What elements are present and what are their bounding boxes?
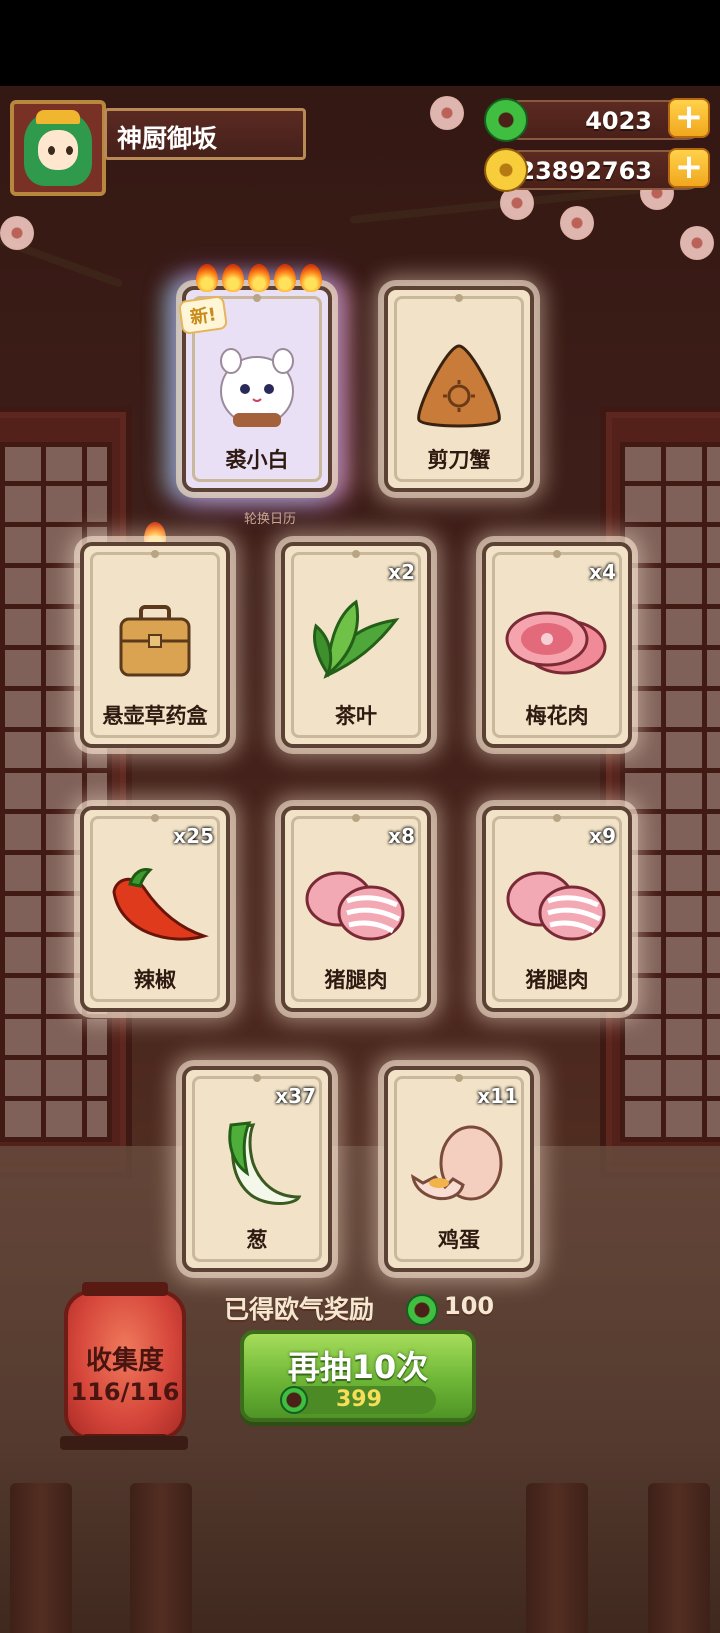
- card-label: 猪腿肉: [324, 968, 388, 992]
- card-label: 茶叶: [335, 704, 377, 728]
- flame-icon: [248, 264, 270, 292]
- egg-icon: [388, 1110, 530, 1220]
- item-count: x37: [275, 1084, 316, 1108]
- card-label: 辣椒: [134, 968, 176, 992]
- flame-icon: [300, 264, 322, 292]
- jade-disc-icon: [406, 1294, 438, 1326]
- collection-lantern[interactable]: 收集度 116/116: [64, 1282, 186, 1448]
- add-jade-button[interactable]: +: [668, 98, 710, 138]
- card-item-6[interactable]: x37 葱: [182, 1066, 332, 1272]
- jade-disc-icon: [484, 98, 528, 142]
- card-label: 梅花肉: [525, 704, 589, 728]
- card-label: 剪刀蟹: [427, 448, 491, 472]
- player-name-bar: 神厨御坂: [104, 108, 306, 160]
- card-label: 葱: [246, 1228, 268, 1252]
- crab-icon: [388, 330, 530, 440]
- blossom-decoration: [680, 226, 714, 260]
- card-item-3[interactable]: x25 辣椒: [80, 806, 230, 1012]
- add-coins-button[interactable]: +: [668, 148, 710, 188]
- lucky-reward-amount: 100: [444, 1292, 495, 1320]
- collection-progress: 116/116: [70, 1378, 180, 1406]
- item-count: x11: [477, 1084, 518, 1108]
- jade-value: 4023: [585, 107, 652, 135]
- pork-leg-icon: [285, 850, 427, 960]
- rotation-calendar-caption: 轮换日历: [244, 512, 297, 527]
- card-item-0[interactable]: 悬壶草药盒: [80, 542, 230, 748]
- card-label: 猪腿肉: [525, 968, 589, 992]
- draw-again-label: 再抽10次: [287, 1348, 429, 1386]
- lucky-reward-label: 已得欧气奖励: [224, 1295, 375, 1324]
- blossom-decoration: [560, 206, 594, 240]
- card-item-7[interactable]: x11 鸡蛋: [384, 1066, 534, 1272]
- gold-coin-icon: [484, 148, 528, 192]
- item-count: x2: [388, 560, 415, 584]
- flame-icon: [274, 264, 296, 292]
- lantern-stand: [60, 1436, 188, 1450]
- card-item-2[interactable]: x4 梅花肉: [482, 542, 632, 748]
- status-bar: [0, 0, 720, 86]
- card-label: 鸡蛋: [438, 1228, 480, 1252]
- avatar[interactable]: [10, 100, 106, 196]
- flame-icon: [196, 264, 218, 292]
- card-label: 裘小白: [225, 448, 289, 472]
- herb-box-icon: [84, 586, 226, 696]
- scallion-icon: [186, 1110, 328, 1220]
- draw-cost: 399: [336, 1387, 382, 1412]
- coin-value: 23892763: [518, 157, 652, 185]
- flame-icon: [222, 264, 244, 292]
- card-rare-0[interactable]: 新! 裘小白: [177, 286, 332, 492]
- chili-icon: [84, 850, 226, 960]
- jade-disc-icon: [280, 1386, 308, 1414]
- card-item-5[interactable]: x9 猪腿肉: [482, 806, 632, 1012]
- white-cat-icon: [186, 330, 328, 440]
- pork-shoulder-icon: [486, 586, 628, 696]
- item-count: x8: [388, 824, 415, 848]
- blossom-decoration: [0, 216, 34, 250]
- pork-leg-icon: [486, 850, 628, 960]
- player-name: 神厨御坂: [117, 124, 218, 153]
- tea-leaf-icon: [285, 586, 427, 696]
- card-label: 悬壶草药盒: [102, 704, 208, 728]
- card-item-4[interactable]: x8 猪腿肉: [281, 806, 431, 1012]
- card-rare-1[interactable]: 剪刀蟹: [384, 286, 534, 492]
- item-count: x9: [589, 824, 616, 848]
- item-count: x25: [173, 824, 214, 848]
- draw-again-button[interactable]: 再抽10次 399: [240, 1330, 476, 1422]
- blossom-decoration: [430, 96, 464, 130]
- card-item-1[interactable]: x2 茶叶: [281, 542, 431, 748]
- collection-title: 收集度: [85, 1346, 164, 1376]
- item-count: x4: [589, 560, 616, 584]
